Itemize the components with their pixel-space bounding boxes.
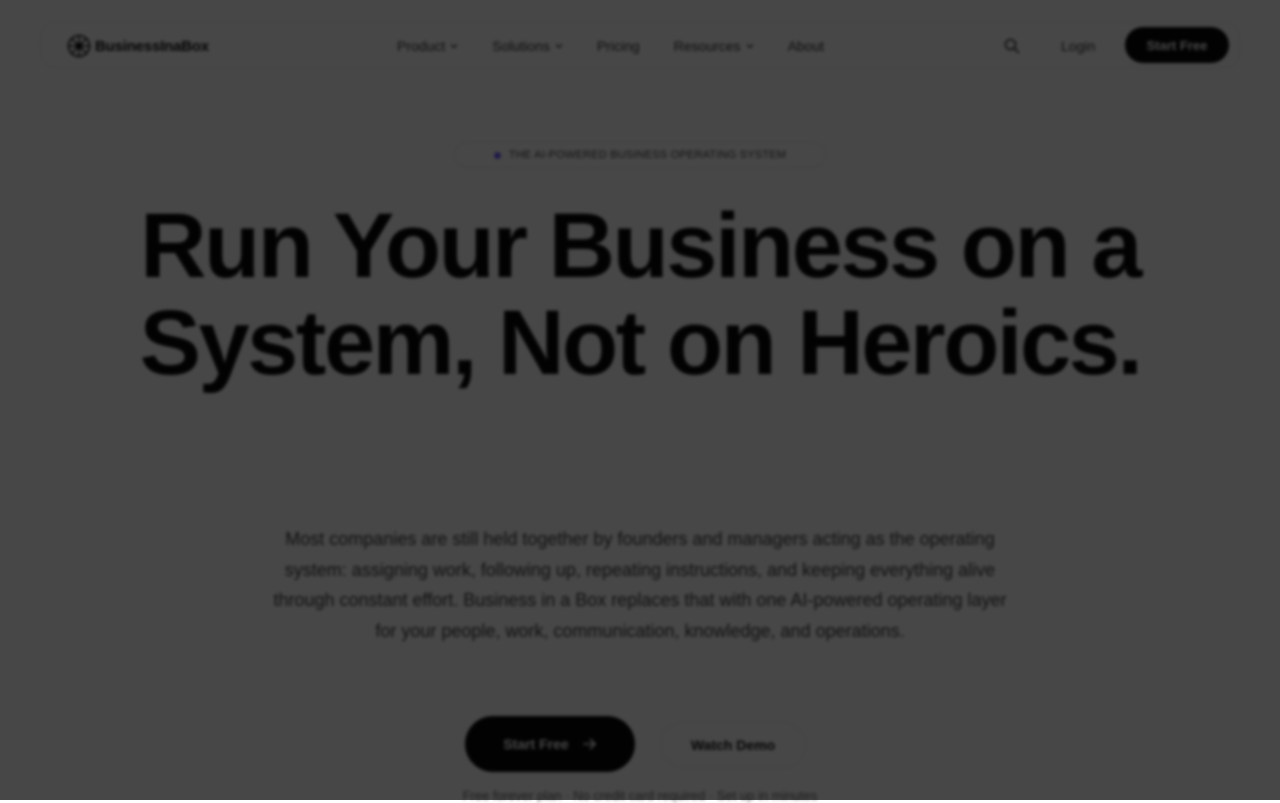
nav-item-label: About — [787, 38, 825, 54]
logo-mark-icon — [67, 34, 91, 58]
brand-name: BusinessInaBox — [95, 37, 209, 55]
hero-description: Most companies are still held together b… — [273, 529, 1007, 641]
arrow-right-icon — [582, 738, 596, 750]
badge-text: THE AI-POWERED BUSINESS OPERATING SYSTEM — [508, 149, 787, 161]
nav-item-product[interactable]: Product — [397, 38, 458, 54]
watch-demo-button[interactable]: Watch Demo — [660, 722, 806, 768]
top-navigation: BusinessInaBox Product Solutions Pricing… — [40, 22, 1240, 68]
chevron-down-icon — [746, 44, 754, 49]
nav-item-pricing[interactable]: Pricing — [597, 38, 640, 54]
brand-logo[interactable]: BusinessInaBox — [67, 32, 209, 60]
nav-item-label: Solutions — [492, 38, 550, 54]
nav-item-label: Resources — [673, 38, 741, 54]
nav-item-resources[interactable]: Resources — [674, 38, 754, 54]
search-icon[interactable] — [1003, 37, 1021, 55]
page: BusinessInaBox Product Solutions Pricing… — [0, 0, 1280, 803]
badge-dot-icon — [493, 151, 501, 159]
nav-item-solutions[interactable]: Solutions — [492, 38, 563, 54]
start-free-button[interactable]: Start Free — [465, 716, 635, 772]
nav-item-label: Product — [397, 38, 446, 54]
hero-badge: THE AI-POWERED BUSINESS OPERATING SYSTEM — [454, 142, 826, 168]
chevron-down-icon — [450, 44, 458, 49]
main-menu: Product Solutions Pricing Resources Abou… — [397, 23, 824, 69]
login-link[interactable]: Login — [1061, 23, 1095, 69]
nav-item-label: Pricing — [596, 38, 640, 54]
hero-headline: Run Your Business on a System, Not on He… — [139, 195, 1143, 394]
start-free-label: Start Free — [503, 736, 569, 752]
chevron-down-icon — [555, 44, 563, 49]
nav-item-about[interactable]: About — [788, 38, 825, 54]
hero-footnote: Free forever plan · No credit card requi… — [462, 788, 818, 803]
start-free-nav-button[interactable]: Start Free — [1125, 27, 1229, 63]
